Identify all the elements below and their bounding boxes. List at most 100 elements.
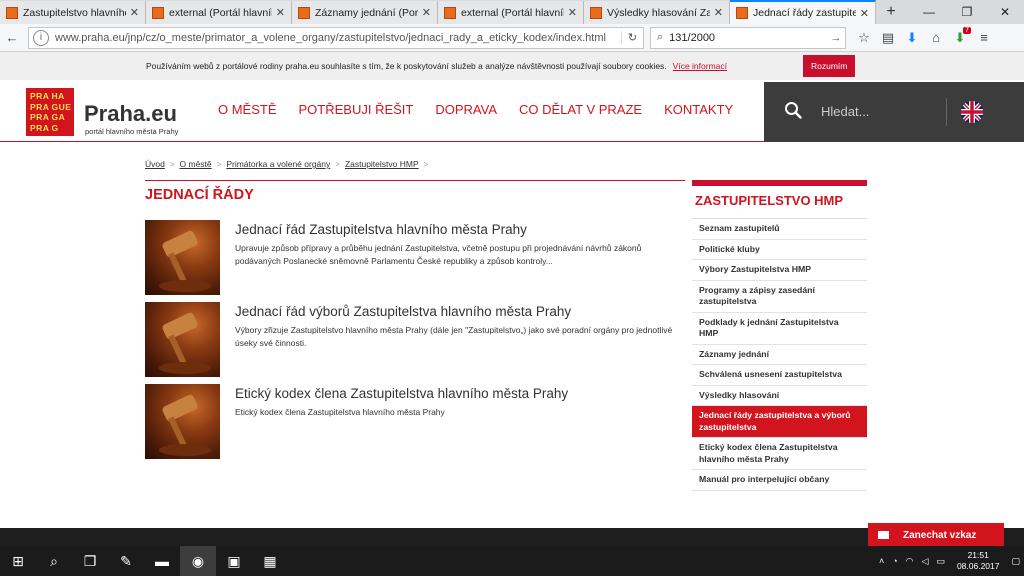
volume-icon[interactable]: ◁	[922, 556, 929, 567]
firefox-icon[interactable]: ◉	[180, 546, 216, 576]
sidebar-title[interactable]: ZASTUPITELSTVO HMP	[692, 186, 867, 219]
back-arrow-icon[interactable]: ←	[0, 26, 24, 50]
site-search-panel: Hledat...	[764, 82, 1024, 142]
tab-label: Zastupitelstvo hlavního m	[23, 6, 126, 19]
close-tab-icon[interactable]: ✕	[130, 6, 139, 19]
sidebar-item-jednaci-rady[interactable]: Jednací řády zastupitelstva a výborů zas…	[692, 406, 867, 438]
article-item[interactable]: Etický kodex člena Zastupitelstva hlavní…	[145, 384, 685, 460]
taskbar-clock[interactable]: 21:51 08.06.2017	[957, 550, 1000, 572]
new-tab-button[interactable]: +	[876, 0, 906, 24]
sidebar-item-manual[interactable]: Manuál pro interpelující občany	[692, 470, 867, 491]
search-icon[interactable]	[784, 101, 802, 119]
logo-cell: G	[51, 122, 59, 133]
gavel-thumbnail[interactable]	[145, 302, 220, 377]
sidebar-item-eticky-kodex[interactable]: Etický kodex člena Zastupitelstva hlavní…	[692, 438, 867, 470]
restore-icon[interactable]: ❐	[948, 0, 986, 24]
nav-item-doprava[interactable]: DOPRAVA	[435, 102, 497, 117]
close-tab-icon[interactable]: ✕	[276, 6, 285, 19]
article-item[interactable]: Jednací řád výborů Zastupitelstva hlavní…	[145, 302, 685, 378]
breadcrumb: Úvod > O městě > Primátorka a volené org…	[145, 159, 433, 169]
close-tab-icon[interactable]: ✕	[860, 7, 869, 20]
close-window-icon[interactable]: ✕	[986, 0, 1024, 24]
site-name[interactable]: Praha.eu	[84, 101, 177, 127]
task-view-icon[interactable]: ❐	[72, 546, 108, 576]
sidebar-item-programy-zapisy[interactable]: Programy a zápisy zasedání zastupitelstv…	[692, 281, 867, 313]
system-tray: ˄ ◔ ◠ ◁ ▭ 21:51 08.06.2017 ▢	[875, 550, 1024, 572]
sidebar-item-vybory[interactable]: Výbory Zastupitelstva HMP	[692, 260, 867, 281]
article-title[interactable]: Etický kodex člena Zastupitelstva hlavní…	[235, 386, 568, 401]
article-title[interactable]: Jednací řád výborů Zastupitelstva hlavní…	[235, 304, 571, 319]
browser-tab-active[interactable]: Jednací řády zastupitelst ✕	[730, 0, 876, 24]
bookmark-star-icon[interactable]: ☆	[852, 26, 876, 50]
sidebar-item-zaznamy-jednani[interactable]: Záznamy jednání	[692, 345, 867, 365]
close-tab-icon[interactable]: ✕	[568, 6, 577, 19]
browser-tab[interactable]: Záznamy jednání (Portál ✕	[292, 1, 438, 24]
article-title[interactable]: Jednací řád Zastupitelstva hlavního měst…	[235, 222, 527, 237]
minimize-icon[interactable]: —	[910, 0, 948, 24]
breadcrumb-link[interactable]: Zastupitelstvo HMP	[345, 159, 419, 169]
close-tab-icon[interactable]: ✕	[422, 6, 431, 19]
gavel-icon	[159, 394, 211, 456]
nav-item-o-meste[interactable]: O MĚSTĚ	[218, 102, 277, 117]
presentation-app-icon[interactable]: ▦	[252, 546, 288, 576]
article-item[interactable]: Jednací řád Zastupitelstva hlavního měst…	[145, 220, 685, 296]
browser-tab[interactable]: Výsledky hlasování Zastu ✕	[584, 1, 730, 24]
info-icon[interactable]: i	[33, 29, 49, 46]
breadcrumb-link[interactable]: O městě	[180, 159, 212, 169]
breadcrumb-link[interactable]: Primátorka a volené orgány	[226, 159, 330, 169]
reading-list-icon[interactable]: ▤	[876, 26, 900, 50]
gavel-thumbnail[interactable]	[145, 220, 220, 295]
feedback-button[interactable]: Zanechat vzkaz	[868, 523, 1004, 547]
sidebar-item-seznam-zastupitelu[interactable]: Seznam zastupitelů	[692, 219, 867, 240]
browser-tab[interactable]: external (Portál hlavního ✕	[438, 1, 584, 24]
logo-cell: PRA	[30, 122, 50, 133]
sidebar-item-politicke-kluby[interactable]: Politické kluby	[692, 240, 867, 260]
envelope-icon	[878, 531, 889, 539]
browser-search-box[interactable]: ⌕ 131/2000 →	[650, 26, 846, 49]
notifications-icon[interactable]: ▢	[1011, 556, 1020, 567]
cookie-text: Používáním webů z portálové rodiny praha…	[146, 61, 667, 71]
sidebar-item-usneseni[interactable]: Schválená usnesení zastupitelstva	[692, 365, 867, 386]
notepad-icon[interactable]: ✎	[108, 546, 144, 576]
keyboard-icon[interactable]: ▭	[936, 556, 945, 567]
chevron-up-icon[interactable]: ˄	[879, 556, 884, 566]
search-icon[interactable]: ⌕	[36, 546, 72, 576]
nav-item-potrebuji-resit[interactable]: POTŘEBUJI ŘEŠIT	[299, 102, 414, 117]
site-favicon-icon	[590, 6, 602, 19]
sidebar-item-vysledky-hlasovani[interactable]: Výsledky hlasování	[692, 386, 867, 406]
article-description: Upravuje způsob přípravy a průběhu jedná…	[235, 243, 642, 266]
extension-icon[interactable]: ⬇ 7	[948, 26, 972, 50]
file-explorer-icon[interactable]: ▬	[144, 546, 180, 576]
uk-flag-icon[interactable]	[961, 101, 983, 123]
network-icon[interactable]: ◔	[892, 556, 897, 566]
nav-item-kontakty[interactable]: KONTAKTY	[664, 102, 733, 117]
close-tab-icon[interactable]: ✕	[714, 6, 723, 19]
site-search-input[interactable]: Hledat...	[821, 104, 869, 119]
nav-item-co-delat[interactable]: CO DĚLAT V PRAZE	[519, 102, 642, 117]
windows-start-icon[interactable]: ⊞	[0, 546, 36, 576]
breadcrumb-link[interactable]: Úvod	[145, 159, 165, 169]
site-favicon-icon	[6, 6, 18, 19]
cookie-accept-button[interactable]: Rozumím	[803, 55, 856, 77]
cookie-more-info-link[interactable]: Více informací	[673, 61, 727, 71]
search-go-arrow-icon[interactable]: →	[827, 32, 845, 44]
main-nav: O MĚSTĚ POTŘEBUJI ŘEŠIT DOPRAVA CO DĚLAT…	[207, 102, 744, 117]
gavel-thumbnail[interactable]	[145, 384, 220, 459]
download-icon[interactable]: ⬇	[900, 26, 924, 50]
gavel-icon	[159, 312, 211, 374]
sidebar-item-podklady[interactable]: Podklady k jednání Zastupitelstva HMP	[692, 313, 867, 345]
home-icon[interactable]: ⌂	[924, 26, 948, 50]
reload-icon[interactable]: ↻	[621, 31, 643, 44]
wifi-icon[interactable]: ◠	[906, 556, 914, 567]
search-divider	[946, 98, 947, 126]
article-description: Výbory zřizuje Zastupitelstvo hlavního m…	[235, 325, 673, 348]
browser-tab[interactable]: Zastupitelstvo hlavního m ✕	[0, 1, 146, 24]
address-bar[interactable]: i www.praha.eu/jnp/cz/o_meste/primator_a…	[28, 26, 644, 49]
browser-tab[interactable]: external (Portál hlavního ✕	[146, 1, 292, 24]
breadcrumb-separator-icon: >	[169, 159, 175, 169]
praha-logo[interactable]: PRA HA PRA GUE PRA GA PRA G	[26, 88, 74, 136]
menu-hamburger-icon[interactable]: ≡	[972, 26, 996, 50]
search-icon: ⌕	[657, 31, 664, 43]
cookie-bar: Používáním webů z portálové rodiny praha…	[0, 52, 1024, 80]
app-icon[interactable]: ▣	[216, 546, 252, 576]
